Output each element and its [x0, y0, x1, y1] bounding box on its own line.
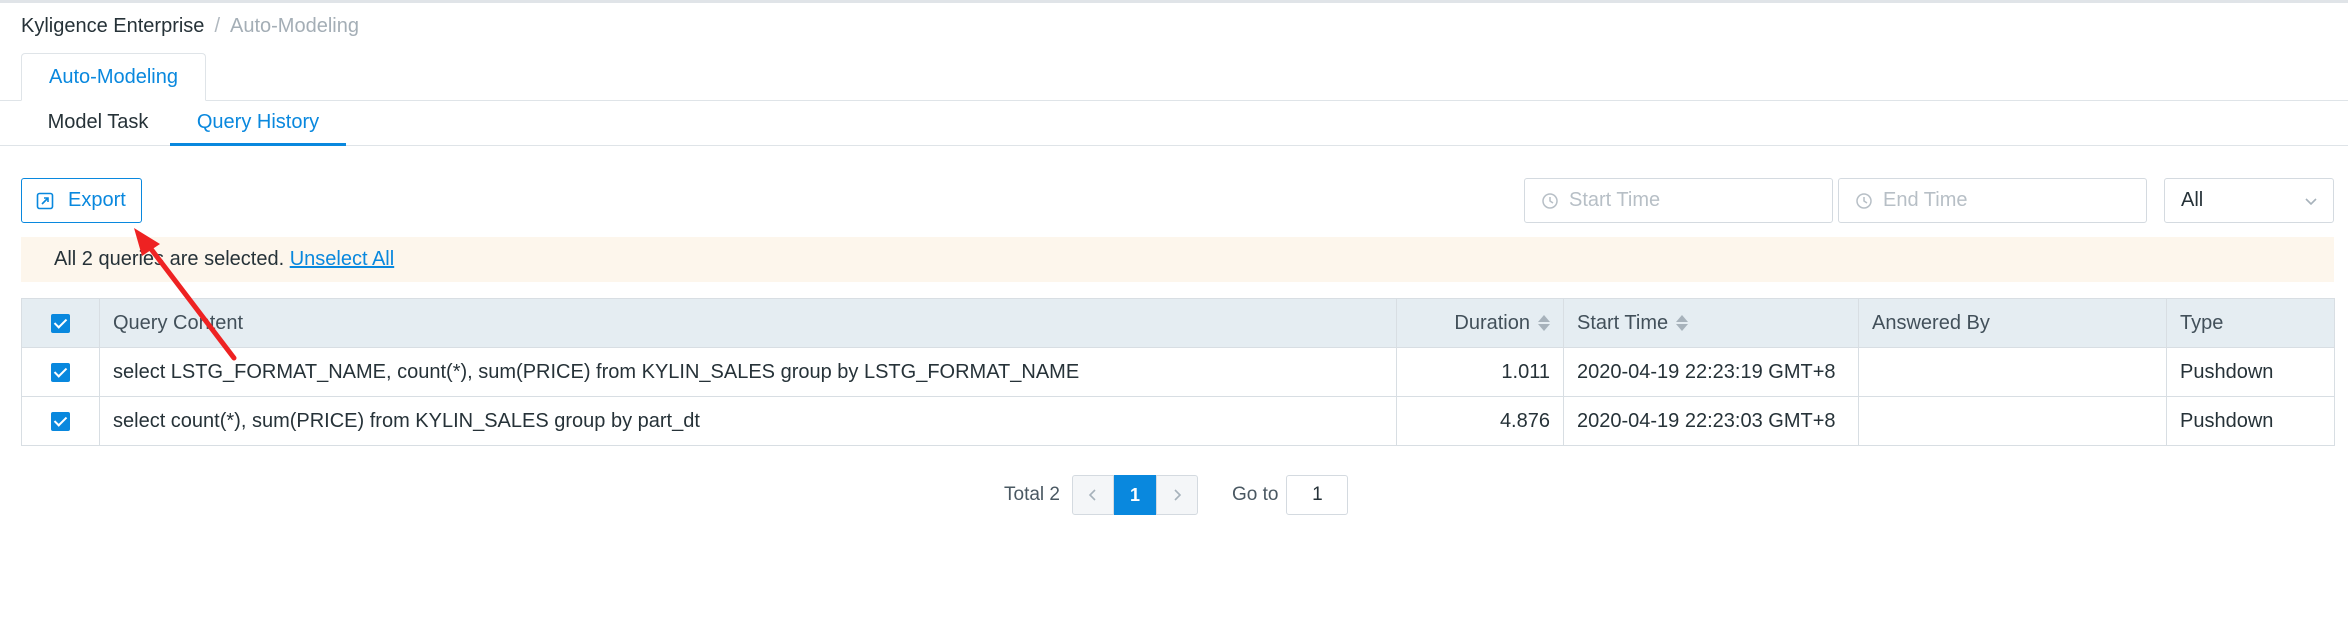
table-row[interactable]: select LSTG_FORMAT_NAME, count(*), sum(P… — [21, 347, 2335, 397]
unselect-all-link[interactable]: Unselect All — [290, 248, 395, 270]
sort-icon[interactable] — [1538, 314, 1550, 332]
prev-page-button[interactable] — [1071, 475, 1114, 515]
breadcrumb-current: Auto-Modeling — [230, 15, 359, 37]
clock-icon — [1542, 192, 1558, 209]
export-icon — [36, 192, 54, 209]
selection-notice: All 2 queries are selected. Unselect All — [21, 237, 2334, 282]
table-header-row: Query Content Duration Start Time Answer… — [21, 298, 2335, 348]
type-filter-select[interactable]: All — [2164, 178, 2334, 223]
sort-icon[interactable] — [1676, 314, 1689, 332]
chevron-down-icon — [2305, 197, 2317, 205]
column-header-start-time-label: Start Time — [1577, 311, 1669, 334]
answered-by-cell — [1858, 347, 2167, 397]
top-tab-bar: Auto-Modeling — [0, 53, 2348, 101]
row-select-cell[interactable] — [21, 347, 100, 397]
column-header-duration[interactable]: Duration — [1396, 298, 1564, 348]
chevron-right-icon — [1174, 489, 1182, 501]
select-all-checkbox[interactable] — [51, 313, 70, 333]
breadcrumb-separator: / — [214, 15, 220, 37]
type-cell: Pushdown — [2166, 347, 2335, 397]
start-time-input[interactable] — [1569, 189, 1819, 212]
export-button[interactable]: Export — [21, 178, 142, 223]
query-history-table: Query Content Duration Start Time Answer… — [21, 298, 2335, 446]
answered-by-cell — [1858, 396, 2167, 446]
column-header-duration-label: Duration — [1454, 311, 1530, 334]
breadcrumb-home[interactable]: Kyligence Enterprise — [21, 15, 204, 37]
tab-model-task[interactable]: Model Task — [24, 101, 172, 146]
export-label: Export — [68, 189, 126, 211]
selection-notice-text: All 2 queries are selected. — [54, 248, 285, 270]
end-time-input[interactable] — [1883, 189, 2133, 212]
tab-auto-modeling[interactable]: Auto-Modeling — [21, 53, 206, 101]
goto-page-input[interactable] — [1286, 475, 1349, 515]
goto-label: Go to — [1231, 484, 1279, 505]
type-filter-value: All — [2181, 189, 2204, 211]
query-content-cell: select count(*), sum(PRICE) from KYLIN_S… — [99, 396, 1397, 446]
column-header-type: Type — [2166, 298, 2335, 348]
row-checkbox[interactable] — [51, 362, 70, 382]
tab-query-history[interactable]: Query History — [170, 101, 346, 146]
chevron-left-icon — [1088, 489, 1096, 501]
start-time-cell: 2020-04-19 22:23:19 GMT+8 — [1563, 347, 1859, 397]
pagination: Total 2 1 Go to — [1004, 475, 1349, 515]
top-border — [0, 0, 2348, 3]
page-number-current[interactable]: 1 — [1113, 475, 1156, 515]
duration-cell: 4.876 — [1396, 396, 1564, 446]
next-page-button[interactable] — [1155, 475, 1198, 515]
row-checkbox[interactable] — [51, 411, 70, 431]
select-all-cell[interactable] — [21, 298, 100, 348]
table-row[interactable]: select count(*), sum(PRICE) from KYLIN_S… — [21, 396, 2335, 446]
column-header-query-content: Query Content — [99, 298, 1397, 348]
clock-icon — [1856, 192, 1872, 209]
column-header-start-time[interactable]: Start Time — [1563, 298, 1859, 348]
start-time-picker[interactable] — [1524, 178, 1833, 223]
query-content-cell: select LSTG_FORMAT_NAME, count(*), sum(P… — [99, 347, 1397, 397]
row-select-cell[interactable] — [21, 396, 100, 446]
type-cell: Pushdown — [2166, 396, 2335, 446]
sub-tab-bar: Model Task Query History — [0, 101, 2348, 146]
duration-cell: 1.011 — [1396, 347, 1564, 397]
start-time-cell: 2020-04-19 22:23:03 GMT+8 — [1563, 396, 1859, 446]
breadcrumb: Kyligence Enterprise / Auto-Modeling — [21, 14, 359, 38]
column-header-answered-by: Answered By — [1858, 298, 2167, 348]
end-time-picker[interactable] — [1838, 178, 2147, 223]
pagination-total: Total 2 — [1004, 484, 1060, 505]
